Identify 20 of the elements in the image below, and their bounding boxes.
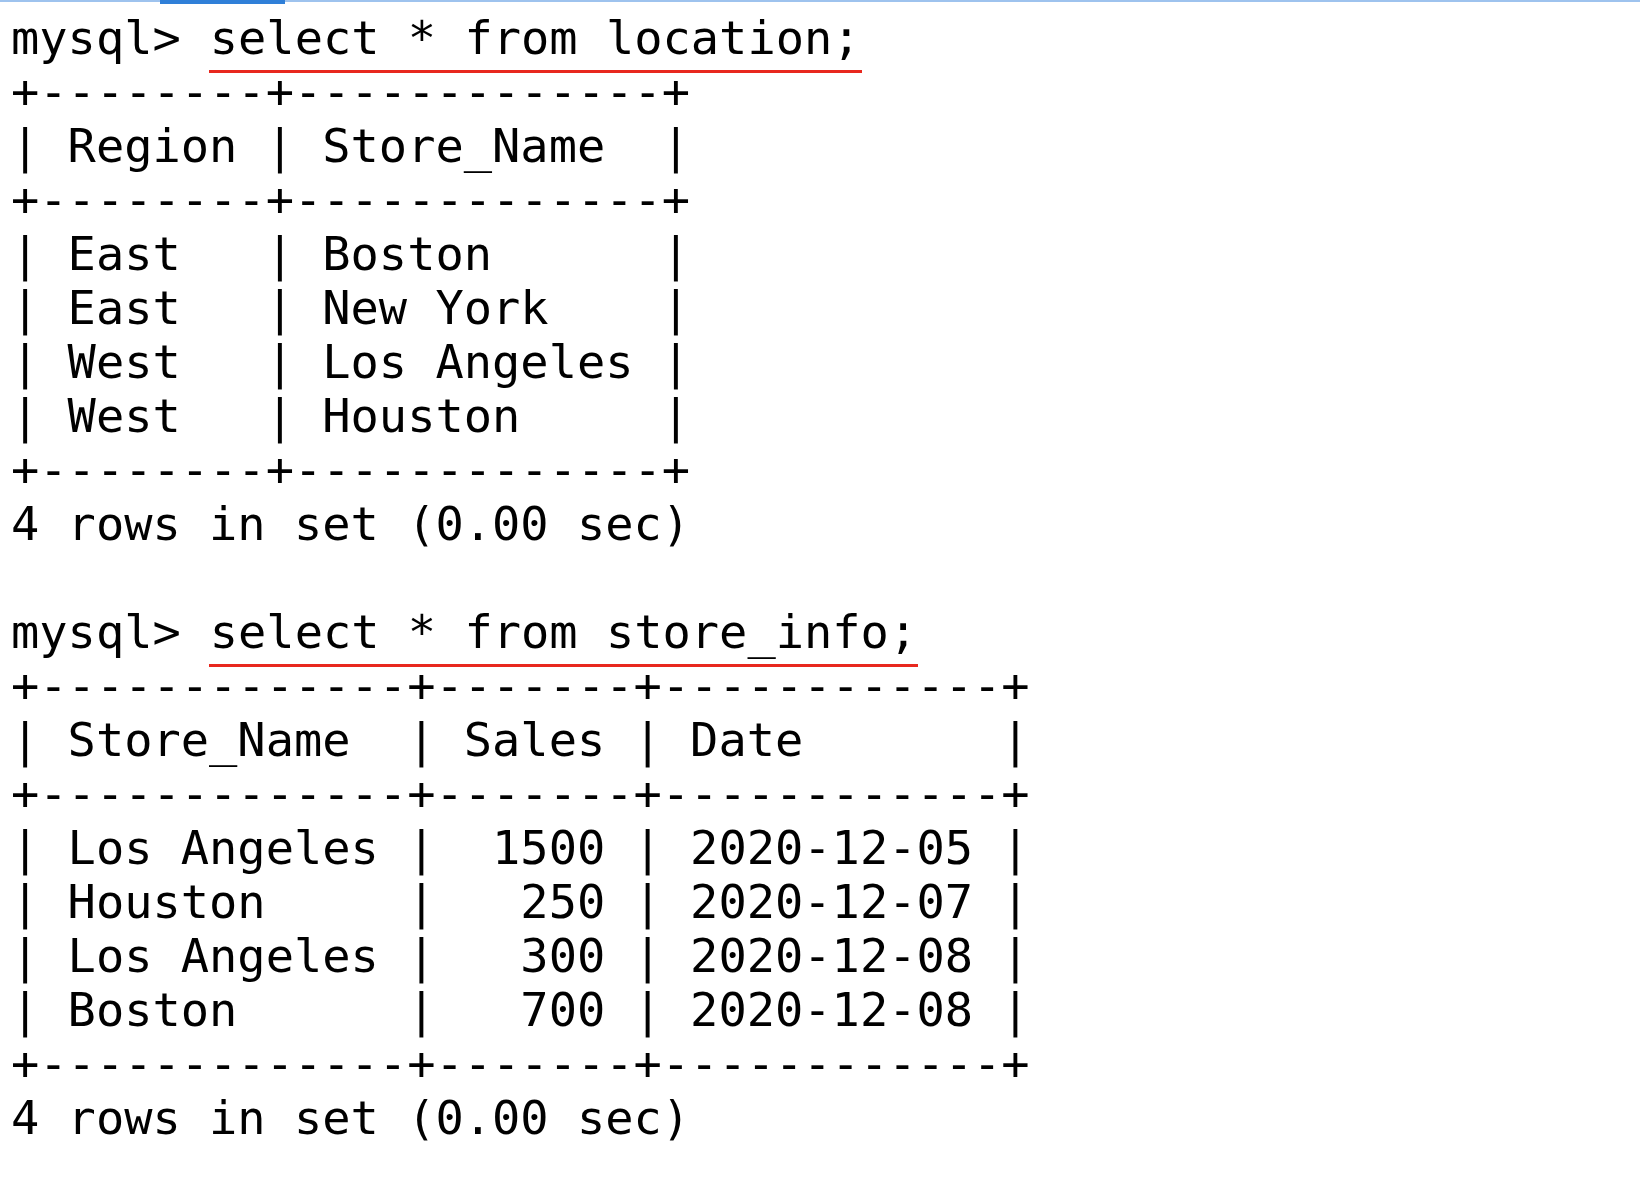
output-line: +--------+-------------+	[11, 173, 691, 227]
output-line: | Los Angeles | 300 | 2020-12-08 |	[11, 929, 1030, 983]
output-line: +--------+-------------+	[11, 443, 691, 497]
command-text: select * from location;	[208, 11, 862, 73]
output-line: | East | Boston |	[11, 227, 691, 281]
output-line: 4 rows in set (0.00 sec)	[11, 1091, 691, 1145]
output-line: +-------------+-------+------------+	[11, 767, 1030, 821]
output-line: | Boston | 700 | 2020-12-08 |	[11, 983, 1030, 1037]
output-line: | Los Angeles | 1500 | 2020-12-05 |	[11, 821, 1030, 875]
output-line: | Houston | 250 | 2020-12-07 |	[11, 875, 1030, 929]
output-line: | Region | Store_Name |	[11, 119, 691, 173]
output-line: 4 rows in set (0.00 sec)	[11, 497, 691, 551]
output-line: | West | Los Angeles |	[11, 335, 691, 389]
output-line: | East | New York |	[11, 281, 691, 335]
output-line: +-------------+-------+------------+	[11, 1037, 1030, 1091]
prompt: mysql>	[11, 605, 181, 659]
output-line: | Store_Name | Sales | Date |	[11, 713, 1030, 767]
prompt: mysql>	[11, 11, 181, 65]
command-text: select * from store_info;	[208, 605, 919, 667]
output-line: | West | Houston |	[11, 389, 691, 443]
